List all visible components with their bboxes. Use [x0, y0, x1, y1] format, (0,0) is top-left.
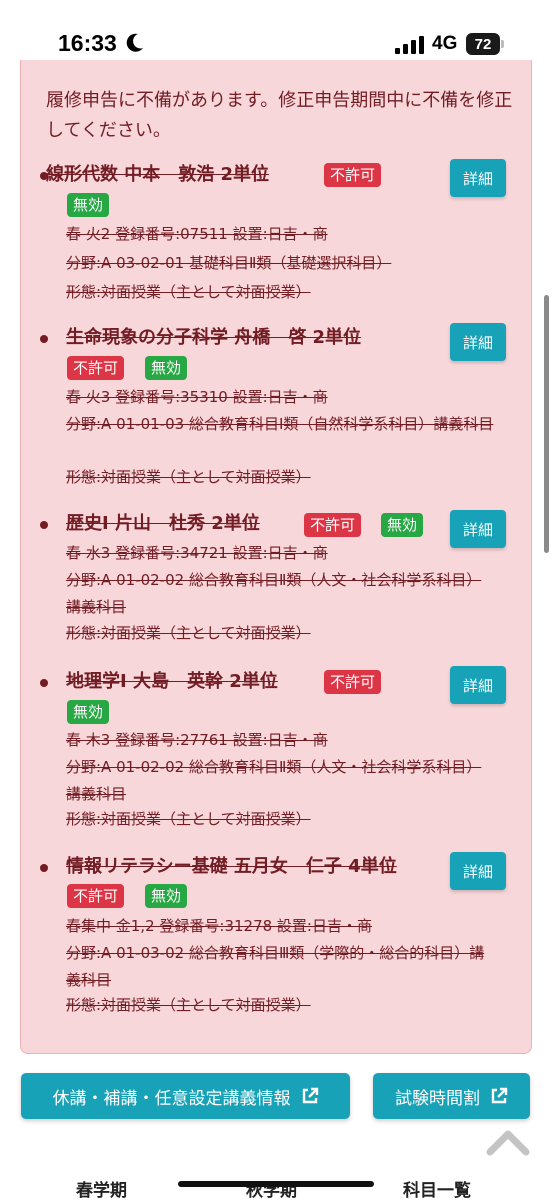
- course-field: 分野:A 03-02-01 基礎科目Ⅱ類（基礎選択科目）: [66, 254, 392, 272]
- tab-course-list[interactable]: 科目一覧: [403, 1176, 471, 1201]
- course-field: 分野:A 01-01-03 総合教育科目Ⅰ類（自然科学系科目）講義科目: [66, 415, 494, 433]
- tab-autumn[interactable]: 秋学期: [246, 1176, 297, 1201]
- bullet-icon: [40, 679, 48, 687]
- status-time: 16:33: [58, 30, 117, 56]
- course-title: 生命現象の分子科学 舟橋 啓 2単位: [66, 327, 362, 348]
- detail-button[interactable]: 詳細: [450, 159, 506, 197]
- course-schedule: 春 木3 登録番号:27761 設置:日吉・商: [66, 731, 328, 749]
- course-field: 分野:A 01-02-02 総合教育科目Ⅱ類（人文・社会科学系科目）講義科目: [66, 571, 482, 616]
- course-title: 情報リテラシー基礎 五月女 仁子 4単位: [66, 856, 397, 877]
- status-badge-denied: 不許可: [67, 884, 125, 908]
- signal-icon: [395, 36, 424, 54]
- course-format: 形態:対面授業（主として対面授業）: [66, 468, 311, 486]
- cancel-info-button[interactable]: 休講・補講・任意設定講義情報: [21, 1073, 350, 1119]
- course-schedule: 春 火3 登録番号:35310 設置:日吉・商: [66, 388, 328, 406]
- scrollbar[interactable]: [544, 295, 549, 553]
- moon-icon: [126, 33, 143, 52]
- course-schedule: 春 水3 登録番号:34721 設置:日吉・商: [66, 544, 328, 562]
- course-format: 形態:対面授業（主として対面授業）: [66, 624, 311, 642]
- network-label: 4G: [432, 33, 458, 54]
- chevron-up-icon[interactable]: [486, 1126, 530, 1156]
- external-link-icon: [491, 1087, 508, 1104]
- external-link-icon: [302, 1087, 318, 1104]
- bullet-icon: [40, 335, 48, 343]
- battery-cap: [501, 40, 504, 48]
- exam-schedule-label: 試験時間割: [395, 1088, 480, 1109]
- course-format: 形態:対面授業（主として対面授業）: [66, 810, 311, 828]
- status-badge-invalid: 無効: [145, 356, 188, 380]
- battery-level: 72: [474, 35, 492, 53]
- bullet-icon: [40, 864, 48, 872]
- course-title: 線形代数 中本 敦浩 2単位: [46, 164, 270, 185]
- home-indicator: [178, 1181, 374, 1187]
- bullet-icon: [40, 521, 48, 529]
- status-badge-invalid: 無効: [67, 193, 110, 217]
- detail-button[interactable]: 詳細: [450, 852, 506, 890]
- course-schedule: 春 火2 登録番号:07511 設置:日吉・商: [66, 225, 328, 243]
- detail-button[interactable]: 詳細: [450, 666, 506, 704]
- course-title: 地理学Ⅰ 大島 英幹 2単位: [66, 671, 278, 692]
- status-badge-invalid: 無効: [381, 513, 424, 537]
- status-badge-denied: 不許可: [324, 670, 382, 694]
- course-field: 分野:A 01-03-02 総合教育科目Ⅲ類（学際的・総合的科目）講義科目: [66, 944, 485, 989]
- cancel-info-label: 休講・補講・任意設定講義情報: [52, 1088, 291, 1109]
- alert-message: 履修申告に不備があります。修正申告期間中に不備を修正してください。: [46, 90, 513, 141]
- status-badge-denied: 不許可: [67, 356, 125, 380]
- course-format: 形態:対面授業（主として対面授業）: [66, 996, 311, 1014]
- battery-icon: 72: [466, 33, 500, 55]
- status-badge-invalid: 無効: [67, 700, 110, 724]
- status-badge-invalid: 無効: [145, 884, 188, 908]
- detail-button[interactable]: 詳細: [450, 323, 506, 361]
- course-format: 形態:対面授業（主として対面授業）: [66, 283, 311, 301]
- status-badge-denied: 不許可: [324, 163, 382, 187]
- course-schedule: 春集中 金1,2 登録番号:31278 設置:日吉・商: [66, 917, 372, 935]
- status-badge-denied: 不許可: [304, 513, 362, 537]
- course-field: 分野:A 01-02-02 総合教育科目Ⅱ類（人文・社会科学系科目）講義科目: [66, 758, 482, 803]
- exam-schedule-button[interactable]: 試験時間割: [373, 1073, 530, 1119]
- course-title: 歴史Ⅰ 片山 杜秀 2単位: [66, 513, 260, 534]
- tab-spring[interactable]: 春学期: [76, 1176, 127, 1201]
